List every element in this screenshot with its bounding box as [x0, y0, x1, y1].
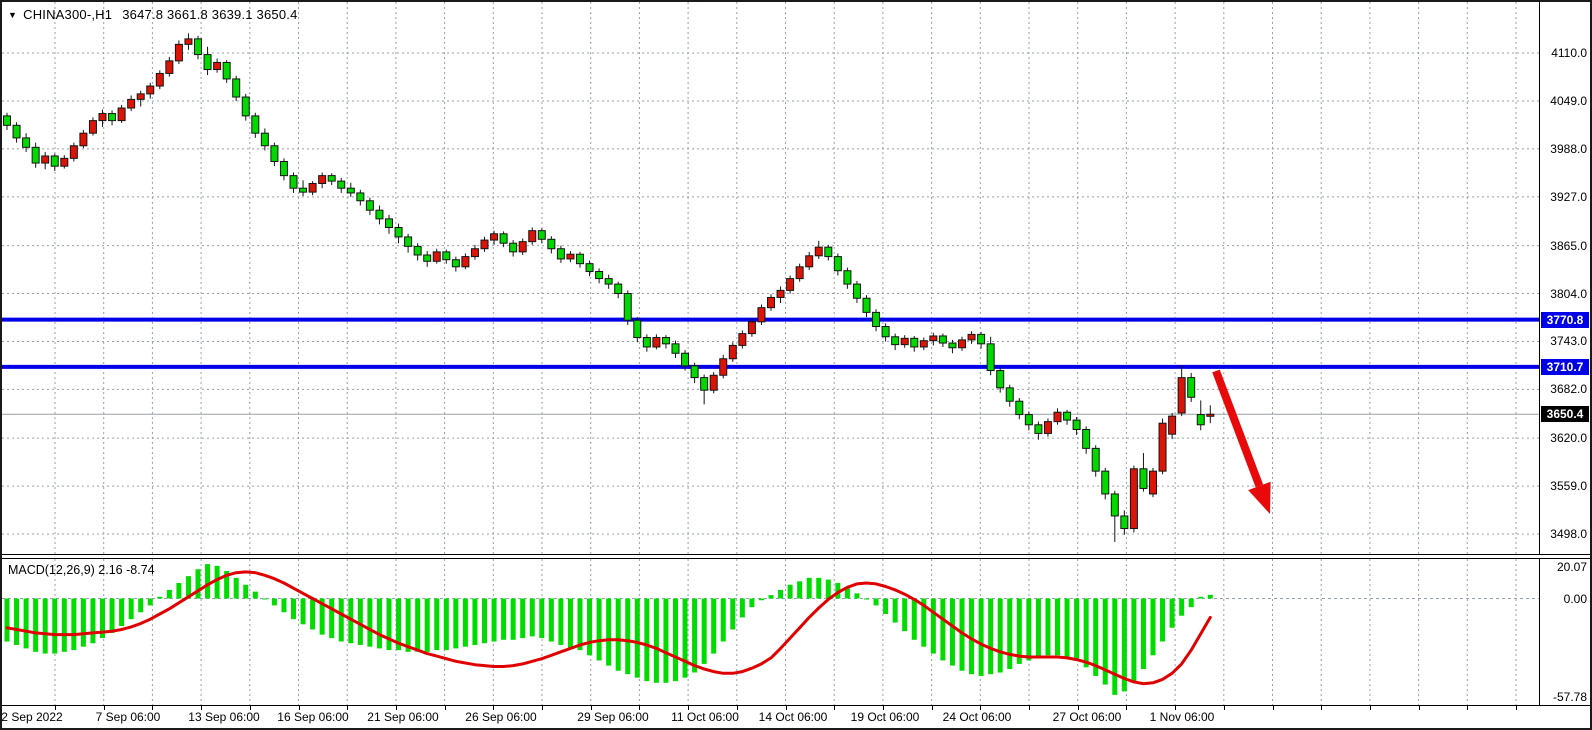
time-tick: [1516, 706, 1517, 710]
time-tick: [1321, 706, 1322, 710]
price-tick-label: 3498.0: [1550, 527, 1587, 541]
time-tick-label: 29 Sep 06:00: [577, 710, 648, 724]
time-tick: [1419, 706, 1420, 710]
chart-window: ▼ CHINA300-,H1 3647.8 3661.8 3639.1 3650.4…: [0, 0, 1592, 730]
ohlc-values: 3647.8 3661.8 3639.1 3650.4: [122, 7, 297, 22]
macd-grid: [55, 559, 1516, 705]
current-price-badge: 3650.4: [1541, 406, 1589, 422]
price-tick-label: 3743.0: [1550, 334, 1587, 348]
time-tick: [1273, 706, 1274, 710]
price-tick-label: 3865.0: [1550, 239, 1587, 253]
price-tick-label: 3988.0: [1550, 142, 1587, 156]
symbol-name: CHINA300-,H1: [23, 7, 112, 22]
price-tick-label: 3927.0: [1550, 190, 1587, 204]
time-tick-label: 2 Sep 2022: [1, 710, 62, 724]
time-tick: [445, 706, 446, 710]
chart-title: ▼ CHINA300-,H1 3647.8 3661.8 3639.1 3650.4: [8, 7, 298, 22]
hline-price-badge: 3770.8: [1541, 312, 1589, 328]
price-tick-label: 3682.0: [1550, 382, 1587, 396]
time-tick-label: 13 Sep 06:00: [188, 710, 259, 724]
time-axis[interactable]: 2 Sep 2022 7 Sep 06:00 13 Sep 06:00 16 Sep …: [2, 705, 1590, 728]
time-tick: [932, 706, 933, 710]
time-tick-label: 19 Oct 06:00: [851, 710, 920, 724]
macd-tick-label: 0.00: [1564, 592, 1587, 606]
price-tick-label: 4110.0: [1551, 46, 1587, 60]
time-tick-label: 7 Sep 06:00: [96, 710, 161, 724]
time-tick-label: 11 Oct 06:00: [671, 710, 739, 724]
time-tick-label: 16 Sep 06:00: [277, 710, 348, 724]
main-price-pane[interactable]: [2, 2, 1539, 554]
time-tick: [1224, 706, 1225, 710]
time-tick: [1370, 706, 1371, 710]
candlesticks: [4, 33, 1214, 542]
price-axis[interactable]: 4110.0 4049.0 3988.0 3927.0 3865.0 3804.0 3743…: [1539, 2, 1590, 705]
macd-indicator-label: MACD(12,26,9) 2.16 -8.74: [8, 563, 155, 577]
price-tick-label: 3620.0: [1550, 431, 1587, 445]
price-tick-label: 4049.0: [1550, 94, 1587, 108]
price-tick-label: 3804.0: [1550, 287, 1587, 301]
time-tick-label: 26 Sep 06:00: [465, 710, 536, 724]
symbol-dropdown-icon[interactable]: ▼: [8, 10, 17, 20]
hline-price-badge: 3710.7: [1541, 359, 1589, 375]
price-tick-label: 3559.0: [1550, 479, 1587, 493]
time-tick: [542, 706, 543, 710]
macd-indicator-pane[interactable]: [2, 559, 1539, 705]
time-tick-label: 21 Sep 06:00: [367, 710, 438, 724]
macd-histogram: [5, 564, 1213, 695]
time-tick-label: 27 Oct 06:00: [1053, 710, 1122, 724]
time-tick: [1126, 706, 1127, 710]
macd-tick-label: 20.07: [1557, 560, 1587, 574]
macd-tick-label: -57.78: [1553, 690, 1587, 704]
time-tick: [1029, 706, 1030, 710]
time-tick-label: 1 Nov 06:00: [1150, 710, 1215, 724]
time-tick: [834, 706, 835, 710]
time-tick: [1467, 706, 1468, 710]
pane-separator[interactable]: [2, 554, 1590, 559]
time-tick-label: 14 Oct 06:00: [759, 710, 828, 724]
time-tick-label: 24 Oct 06:00: [943, 710, 1012, 724]
